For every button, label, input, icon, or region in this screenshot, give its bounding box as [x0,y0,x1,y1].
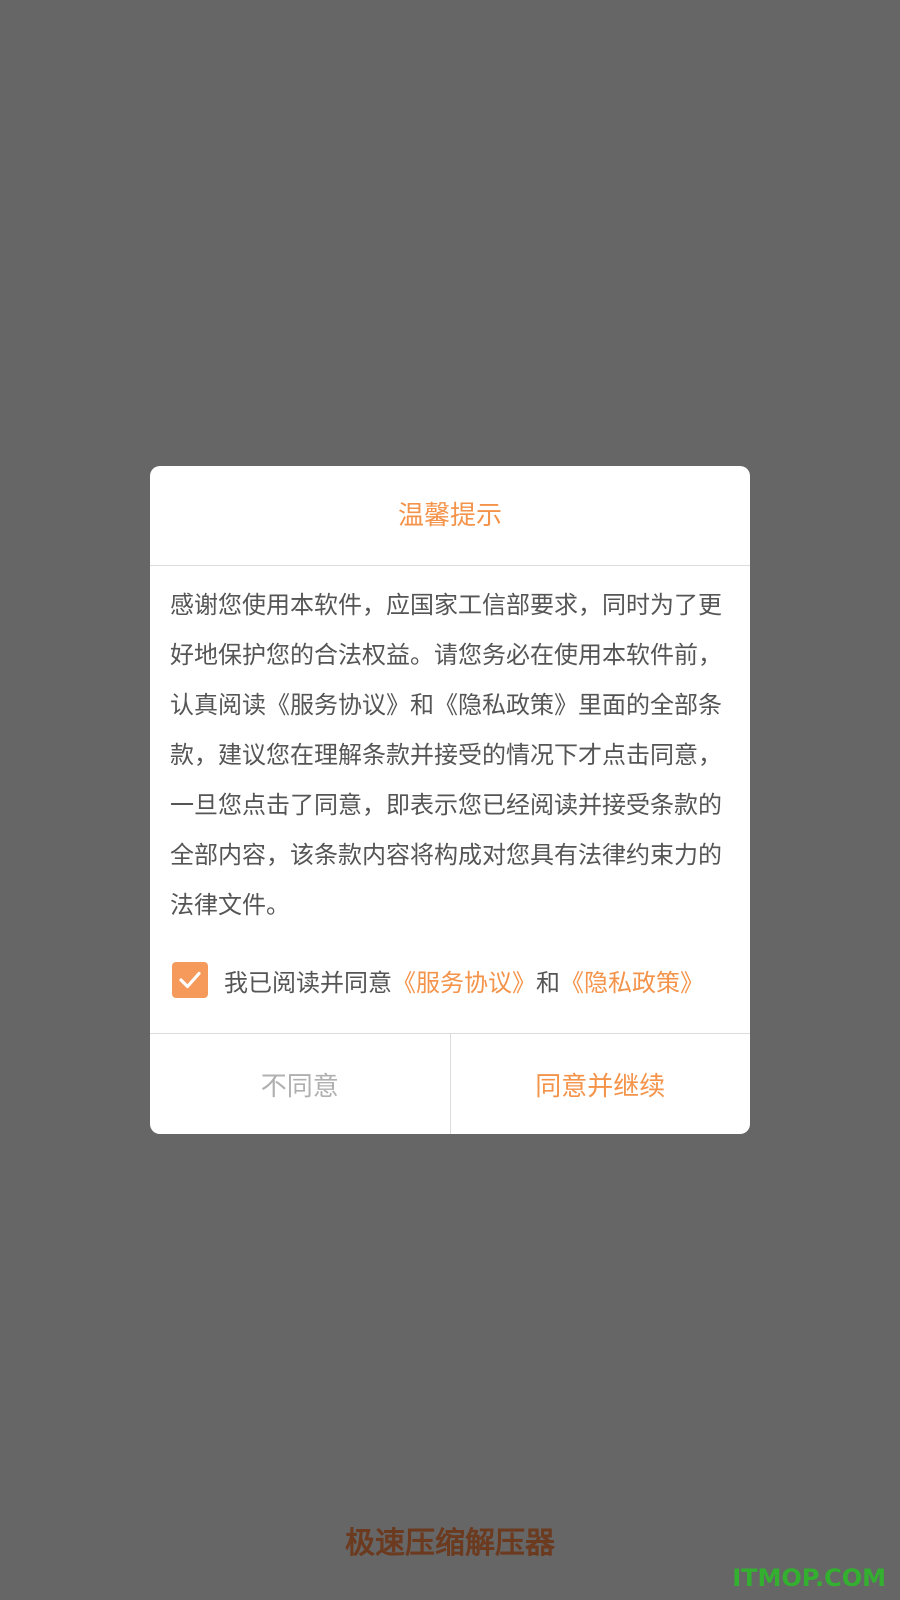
disagree-button[interactable]: 不同意 [150,1034,451,1134]
dialog-body-text: 感谢您使用本软件，应国家工信部要求，同时为了更好地保护您的合法权益。请您务必在使… [170,591,722,919]
service-agreement-link[interactable]: 《服务协议》 [392,963,536,998]
agree-prefix: 我已阅读并同意 [224,968,392,997]
and-text: 和 [536,968,560,997]
watermark: ITMOP.COM [732,1564,886,1592]
checkmark-icon [179,971,201,989]
agree-checkbox[interactable] [172,962,208,998]
dialog-button-bar: 不同意 同意并继续 [150,1033,750,1134]
agree-row: 我已阅读并同意 《服务协议》 和 《隐私政策》 [172,960,704,1000]
privacy-policy-link[interactable]: 《隐私政策》 [560,963,704,998]
app-name: 极速压缩解压器 [345,1526,555,1561]
agree-continue-button[interactable]: 同意并继续 [451,1034,751,1134]
dialog-title: 温馨提示 [150,466,750,566]
privacy-dialog: 温馨提示 感谢您使用本软件，应国家工信部要求，同时为了更好地保护您的合法权益。请… [150,466,750,1134]
